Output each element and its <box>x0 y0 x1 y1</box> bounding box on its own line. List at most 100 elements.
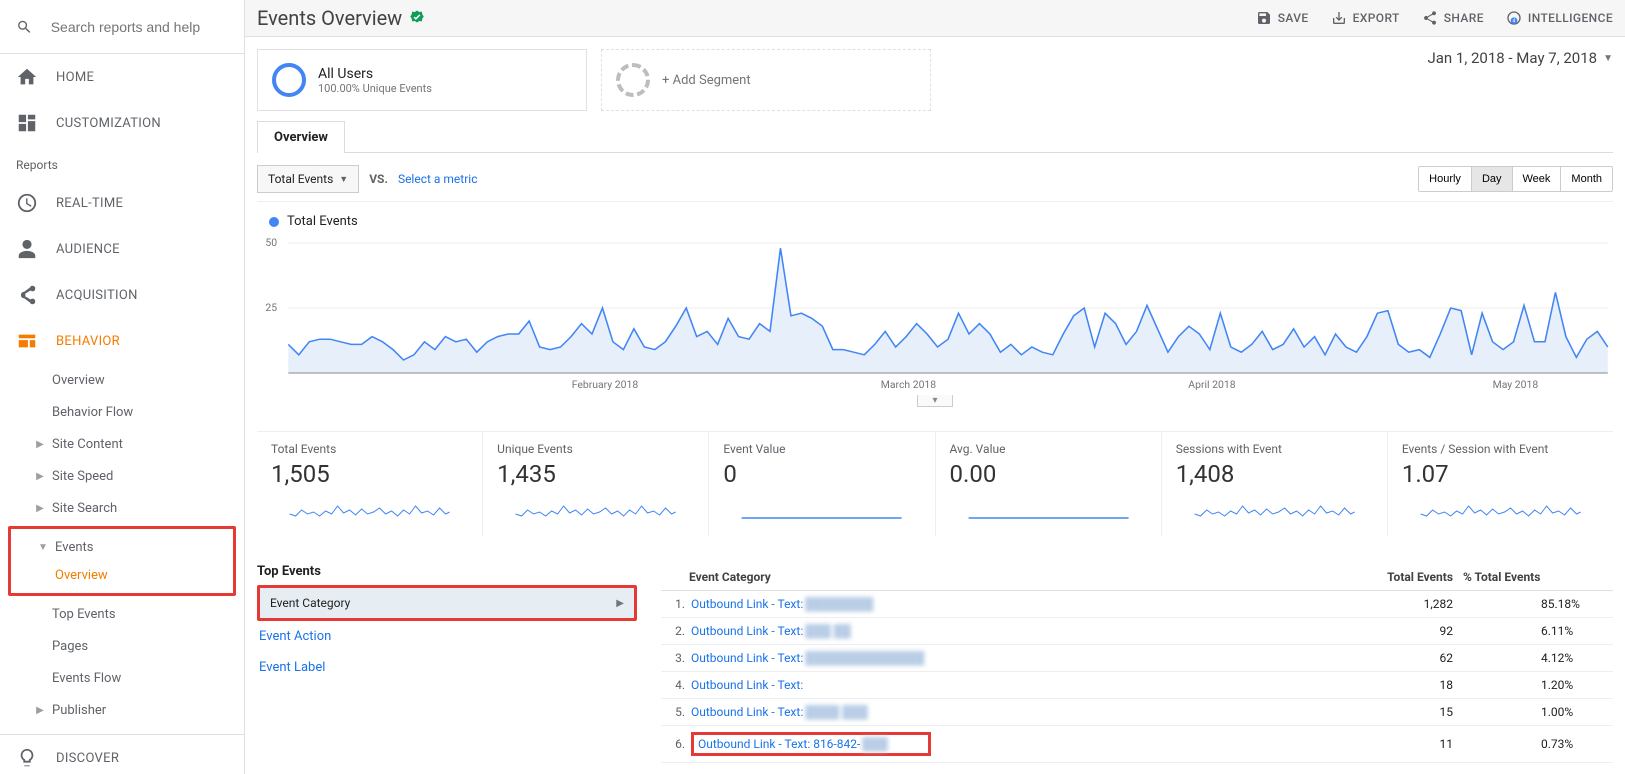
row-index: 2. <box>661 624 685 638</box>
segment-all-users[interactable]: All Users 100.00% Unique Events <box>257 49 587 111</box>
row-index: 6. <box>661 737 685 751</box>
granularity-hourly[interactable]: Hourly <box>1419 167 1472 191</box>
header-actions: SAVE EXPORT SHARE 4INTELLIGENCE <box>1256 10 1613 26</box>
date-range-picker[interactable]: Jan 1, 2018 - May 7, 2018 ▼ <box>1427 49 1613 67</box>
save-button[interactable]: SAVE <box>1256 10 1309 26</box>
nav-pages[interactable]: Pages <box>0 630 244 662</box>
nav: HOME CUSTOMIZATION Reports REAL-TIME AUD… <box>0 54 244 774</box>
th-pct-events: % Total Events <box>1463 570 1613 584</box>
table-row: 6.Outbound Link - Text: 816-842-███110.7… <box>661 726 1613 763</box>
event-category-row[interactable]: Event Category ▶ <box>257 585 637 621</box>
table-head: Event Category Total Events % Total Even… <box>661 564 1613 591</box>
nav-behavior-label: BEHAVIOR <box>56 334 120 349</box>
granularity-day[interactable]: Day <box>1472 167 1513 191</box>
row-index: 1. <box>661 597 685 611</box>
nav-audience[interactable]: AUDIENCE <box>0 226 244 272</box>
nav-events-flow[interactable]: Events Flow <box>0 662 244 694</box>
metric-label: Event Value <box>723 442 920 456</box>
row-index: 5. <box>661 705 685 719</box>
metric-card[interactable]: Total Events1,505 <box>257 432 483 536</box>
event-action-link[interactable]: Event Action <box>257 621 637 652</box>
nav-customization-label: CUSTOMIZATION <box>56 116 161 131</box>
tab-overview[interactable]: Overview <box>257 121 345 153</box>
granularity-month[interactable]: Month <box>1561 167 1612 191</box>
event-link[interactable]: Outbound Link - Text: 816-842-███ <box>685 732 1373 756</box>
row-total-events: 18 <box>1373 678 1463 692</box>
metric-card[interactable]: Events / Session with Event1.07 <box>1388 432 1613 536</box>
event-link[interactable]: Outbound Link - Text: <box>685 678 1373 692</box>
search-input[interactable] <box>51 19 228 35</box>
nav-discover[interactable]: DISCOVER <box>0 735 244 774</box>
nav-acquisition[interactable]: ACQUISITION <box>0 272 244 318</box>
svg-text:25: 25 <box>265 303 277 314</box>
event-link[interactable]: Outbound Link - Text:██████████████ <box>685 651 1373 665</box>
select-metric-link[interactable]: Select a metric <box>398 172 478 186</box>
row-pct: 4.12% <box>1463 651 1613 665</box>
chart-controls: Total Events ▼ VS. Select a metric Hourl… <box>257 153 1613 202</box>
nav-site-content[interactable]: ▶Site Content <box>0 428 244 460</box>
page-title: Events Overview <box>257 6 402 30</box>
event-label-link[interactable]: Event Label <box>257 652 637 683</box>
nav-realtime[interactable]: REAL-TIME <box>0 180 244 226</box>
metric-card[interactable]: Event Value0 <box>709 432 935 536</box>
metric-value: 1,505 <box>271 460 468 488</box>
nav-site-search[interactable]: ▶Site Search <box>0 492 244 524</box>
metric-label: Avg. Value <box>950 442 1147 456</box>
row-total-events: 62 <box>1373 651 1463 665</box>
metric-label: Unique Events <box>497 442 694 456</box>
event-link[interactable]: Outbound Link - Text:███ ██ <box>685 624 1373 638</box>
content: All Users 100.00% Unique Events + Add Se… <box>245 37 1625 774</box>
nav-home[interactable]: HOME <box>0 54 244 100</box>
row-pct: 6.11% <box>1463 624 1613 638</box>
segment-dashed-circle-icon <box>616 63 650 97</box>
metrics-row: Total Events1,505Unique Events1,435Event… <box>257 431 1613 536</box>
nav-events-overview[interactable]: Overview <box>11 561 233 589</box>
metric-dropdown[interactable]: Total Events ▼ <box>257 165 359 193</box>
nav-discover-label: DISCOVER <box>56 751 119 766</box>
add-segment-label: + Add Segment <box>662 73 751 88</box>
row-total-events: 11 <box>1373 737 1463 751</box>
share-icon <box>1422 10 1438 26</box>
search-row <box>0 0 244 54</box>
nav-behavior-overview[interactable]: Overview <box>0 364 244 396</box>
export-button[interactable]: EXPORT <box>1331 10 1400 26</box>
metric-label: Events / Session with Event <box>1402 442 1599 456</box>
event-link[interactable]: Outbound Link - Text:████ ███ <box>685 705 1373 719</box>
nav-customization[interactable]: CUSTOMIZATION <box>0 100 244 146</box>
granularity-toggle: Hourly Day Week Month <box>1418 166 1613 192</box>
dashboard-icon <box>16 112 38 134</box>
row-total-events: 15 <box>1373 705 1463 719</box>
main: Events Overview SAVE EXPORT SHARE 4INTEL… <box>245 0 1625 774</box>
chevron-right-icon: ▶ <box>30 705 50 716</box>
nav-acquisition-label: ACQUISITION <box>56 288 138 303</box>
nav-behavior-flow[interactable]: Behavior Flow <box>0 396 244 428</box>
add-segment[interactable]: + Add Segment <box>601 49 931 111</box>
legend-dot-icon <box>269 217 279 227</box>
metric-card[interactable]: Avg. Value0.00 <box>936 432 1162 536</box>
nav-top-events[interactable]: Top Events <box>0 598 244 630</box>
row-total-events: 1,282 <box>1373 597 1463 611</box>
metric-value: 1,408 <box>1176 460 1373 488</box>
granularity-week[interactable]: Week <box>1513 167 1562 191</box>
chevron-right-icon: ▶ <box>30 471 50 482</box>
share-button[interactable]: SHARE <box>1422 10 1484 26</box>
export-icon <box>1331 10 1347 26</box>
vs-label: VS. <box>369 172 388 186</box>
event-link[interactable]: Outbound Link - Text:████████ <box>685 597 1373 611</box>
svg-text:March 2018: March 2018 <box>881 380 937 391</box>
lightbulb-icon <box>16 747 38 769</box>
segment-title: All Users <box>318 66 432 82</box>
metric-card[interactable]: Unique Events1,435 <box>483 432 709 536</box>
nav-events[interactable]: ▼Events <box>11 533 233 561</box>
nav-publisher[interactable]: ▶Publisher <box>0 694 244 726</box>
line-chart[interactable]: 5025February 2018March 2018April 2018May… <box>257 233 1613 393</box>
chevron-right-icon: ▶ <box>30 439 50 450</box>
nav-behavior[interactable]: BEHAVIOR <box>0 318 244 364</box>
metric-card[interactable]: Sessions with Event1,408 <box>1162 432 1388 536</box>
intelligence-button[interactable]: 4INTELLIGENCE <box>1506 10 1613 26</box>
chevron-right-icon: ▶ <box>30 503 50 514</box>
nav-site-speed[interactable]: ▶Site Speed <box>0 460 244 492</box>
table-row: 3.Outbound Link - Text:██████████████624… <box>661 645 1613 672</box>
header-bar: Events Overview SAVE EXPORT SHARE 4INTEL… <box>245 0 1625 37</box>
collapse-handle[interactable]: ▾ <box>917 395 953 407</box>
